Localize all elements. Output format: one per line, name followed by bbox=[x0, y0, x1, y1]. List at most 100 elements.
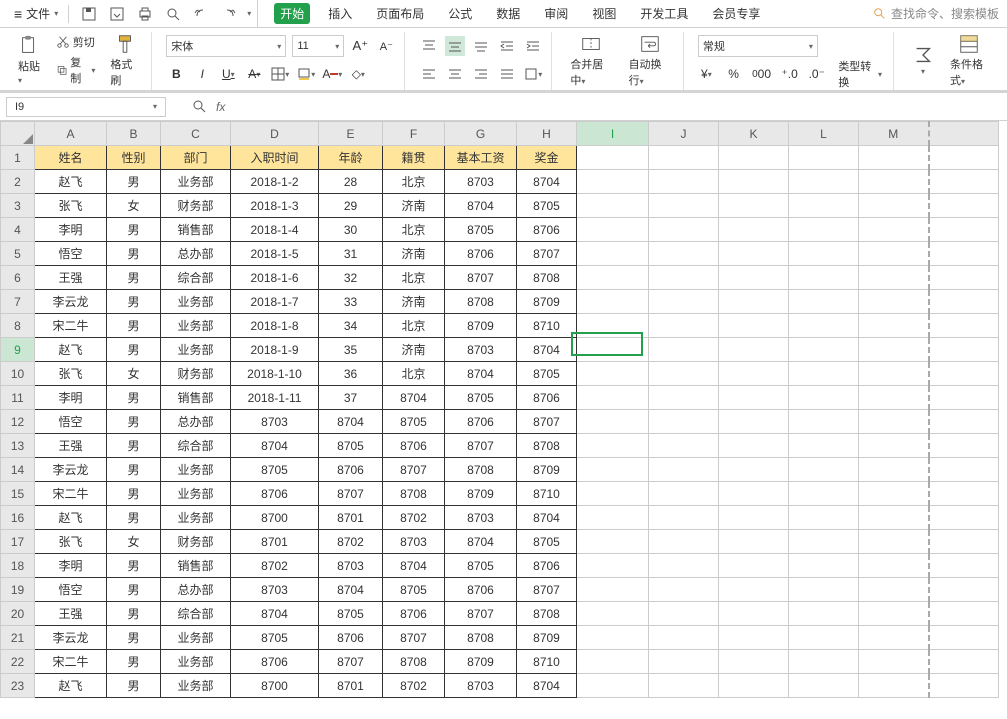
cell-L23[interactable] bbox=[789, 674, 859, 698]
align-bottom-icon[interactable] bbox=[471, 36, 491, 56]
print-icon[interactable] bbox=[135, 4, 155, 24]
cell-E11[interactable]: 37 bbox=[319, 386, 383, 410]
cell-M14[interactable] bbox=[859, 458, 929, 482]
cell-A5[interactable]: 悟空 bbox=[35, 242, 107, 266]
row-header-13[interactable]: 13 bbox=[1, 434, 35, 458]
cell-extra-21[interactable] bbox=[929, 626, 999, 650]
cell-J15[interactable] bbox=[649, 482, 719, 506]
cell-G2[interactable]: 8703 bbox=[445, 170, 517, 194]
row-header-21[interactable]: 21 bbox=[1, 626, 35, 650]
cell-L13[interactable] bbox=[789, 434, 859, 458]
cell-extra-4[interactable] bbox=[929, 218, 999, 242]
cell-B23[interactable]: 男 bbox=[107, 674, 161, 698]
cell-I19[interactable] bbox=[577, 578, 649, 602]
row-header-6[interactable]: 6 bbox=[1, 266, 35, 290]
cell-C21[interactable]: 业务部 bbox=[161, 626, 231, 650]
cell-A3[interactable]: 张飞 bbox=[35, 194, 107, 218]
row-header-2[interactable]: 2 bbox=[1, 170, 35, 194]
row-header-20[interactable]: 20 bbox=[1, 602, 35, 626]
cell-B11[interactable]: 男 bbox=[107, 386, 161, 410]
row-header-19[interactable]: 19 bbox=[1, 578, 35, 602]
cell-F17[interactable]: 8703 bbox=[383, 530, 445, 554]
cell-G3[interactable]: 8704 bbox=[445, 194, 517, 218]
cell-K15[interactable] bbox=[719, 482, 789, 506]
file-menu-button[interactable]: ≡ 文件 ▾ bbox=[8, 3, 64, 24]
cell-E9[interactable]: 35 bbox=[319, 338, 383, 362]
cell-F9[interactable]: 济南 bbox=[383, 338, 445, 362]
tab-developer[interactable]: 开发工具 bbox=[634, 3, 694, 24]
cell-K6[interactable] bbox=[719, 266, 789, 290]
cell-B19[interactable]: 男 bbox=[107, 578, 161, 602]
auto-wrap-button[interactable]: 自动换行▾ bbox=[625, 32, 675, 88]
percent-icon[interactable]: % bbox=[725, 64, 742, 84]
bold-button[interactable]: B bbox=[166, 64, 186, 84]
cell-G21[interactable]: 8708 bbox=[445, 626, 517, 650]
cell-J19[interactable] bbox=[649, 578, 719, 602]
align-right-icon[interactable] bbox=[471, 64, 491, 84]
cell-J7[interactable] bbox=[649, 290, 719, 314]
name-box[interactable]: I9▾ bbox=[6, 97, 166, 117]
col-header-G[interactable]: G bbox=[445, 122, 517, 146]
cell-C4[interactable]: 销售部 bbox=[161, 218, 231, 242]
row-header-8[interactable]: 8 bbox=[1, 314, 35, 338]
cell-I6[interactable] bbox=[577, 266, 649, 290]
cell-A8[interactable]: 宋二牛 bbox=[35, 314, 107, 338]
cell-H15[interactable]: 8710 bbox=[517, 482, 577, 506]
cell-A14[interactable]: 李云龙 bbox=[35, 458, 107, 482]
cell-G5[interactable]: 8706 bbox=[445, 242, 517, 266]
cell-K9[interactable] bbox=[719, 338, 789, 362]
cell-H13[interactable]: 8708 bbox=[517, 434, 577, 458]
cell-C6[interactable]: 综合部 bbox=[161, 266, 231, 290]
cell-K10[interactable] bbox=[719, 362, 789, 386]
cell-G19[interactable]: 8706 bbox=[445, 578, 517, 602]
cell-I21[interactable] bbox=[577, 626, 649, 650]
cell-F15[interactable]: 8708 bbox=[383, 482, 445, 506]
tab-home[interactable]: 开始 bbox=[274, 3, 310, 24]
cell-C7[interactable]: 业务部 bbox=[161, 290, 231, 314]
font-size-select[interactable]: 11▾ bbox=[292, 35, 344, 57]
cell-E12[interactable]: 8704 bbox=[319, 410, 383, 434]
cell-C2[interactable]: 业务部 bbox=[161, 170, 231, 194]
undo-icon[interactable] bbox=[191, 4, 211, 24]
cell-A12[interactable]: 悟空 bbox=[35, 410, 107, 434]
cell-L8[interactable] bbox=[789, 314, 859, 338]
cell-M18[interactable] bbox=[859, 554, 929, 578]
type-convert-button[interactable]: 类型转换▾ bbox=[835, 57, 885, 91]
cell-J9[interactable] bbox=[649, 338, 719, 362]
cell-J1[interactable] bbox=[649, 146, 719, 170]
cell-F8[interactable]: 北京 bbox=[383, 314, 445, 338]
cell-C18[interactable]: 销售部 bbox=[161, 554, 231, 578]
cell-L15[interactable] bbox=[789, 482, 859, 506]
print-preview-icon[interactable] bbox=[163, 4, 183, 24]
cell-F4[interactable]: 北京 bbox=[383, 218, 445, 242]
font-color-button[interactable]: A▾ bbox=[322, 64, 342, 84]
cell-G15[interactable]: 8709 bbox=[445, 482, 517, 506]
cell-I20[interactable] bbox=[577, 602, 649, 626]
zoom-icon[interactable] bbox=[192, 99, 208, 115]
cell-extra-9[interactable] bbox=[929, 338, 999, 362]
cell-K17[interactable] bbox=[719, 530, 789, 554]
cell-C20[interactable]: 综合部 bbox=[161, 602, 231, 626]
cell-J17[interactable] bbox=[649, 530, 719, 554]
cell-M13[interactable] bbox=[859, 434, 929, 458]
cell-J12[interactable] bbox=[649, 410, 719, 434]
tab-data[interactable]: 数据 bbox=[490, 3, 526, 24]
cell-G6[interactable]: 8707 bbox=[445, 266, 517, 290]
cell-E18[interactable]: 8703 bbox=[319, 554, 383, 578]
cell-D16[interactable]: 8700 bbox=[231, 506, 319, 530]
cell-D6[interactable]: 2018-1-6 bbox=[231, 266, 319, 290]
cell-E22[interactable]: 8707 bbox=[319, 650, 383, 674]
cell-H21[interactable]: 8709 bbox=[517, 626, 577, 650]
cell-E23[interactable]: 8701 bbox=[319, 674, 383, 698]
col-header-M[interactable]: M bbox=[859, 122, 929, 146]
cell-K1[interactable] bbox=[719, 146, 789, 170]
row-header-1[interactable]: 1 bbox=[1, 146, 35, 170]
cell-D10[interactable]: 2018-1-10 bbox=[231, 362, 319, 386]
cell-D22[interactable]: 8706 bbox=[231, 650, 319, 674]
cell-L7[interactable] bbox=[789, 290, 859, 314]
cell-extra-16[interactable] bbox=[929, 506, 999, 530]
font-name-select[interactable]: 宋体▾ bbox=[166, 35, 286, 57]
cell-I16[interactable] bbox=[577, 506, 649, 530]
cell-M23[interactable] bbox=[859, 674, 929, 698]
cell-H23[interactable]: 8704 bbox=[517, 674, 577, 698]
